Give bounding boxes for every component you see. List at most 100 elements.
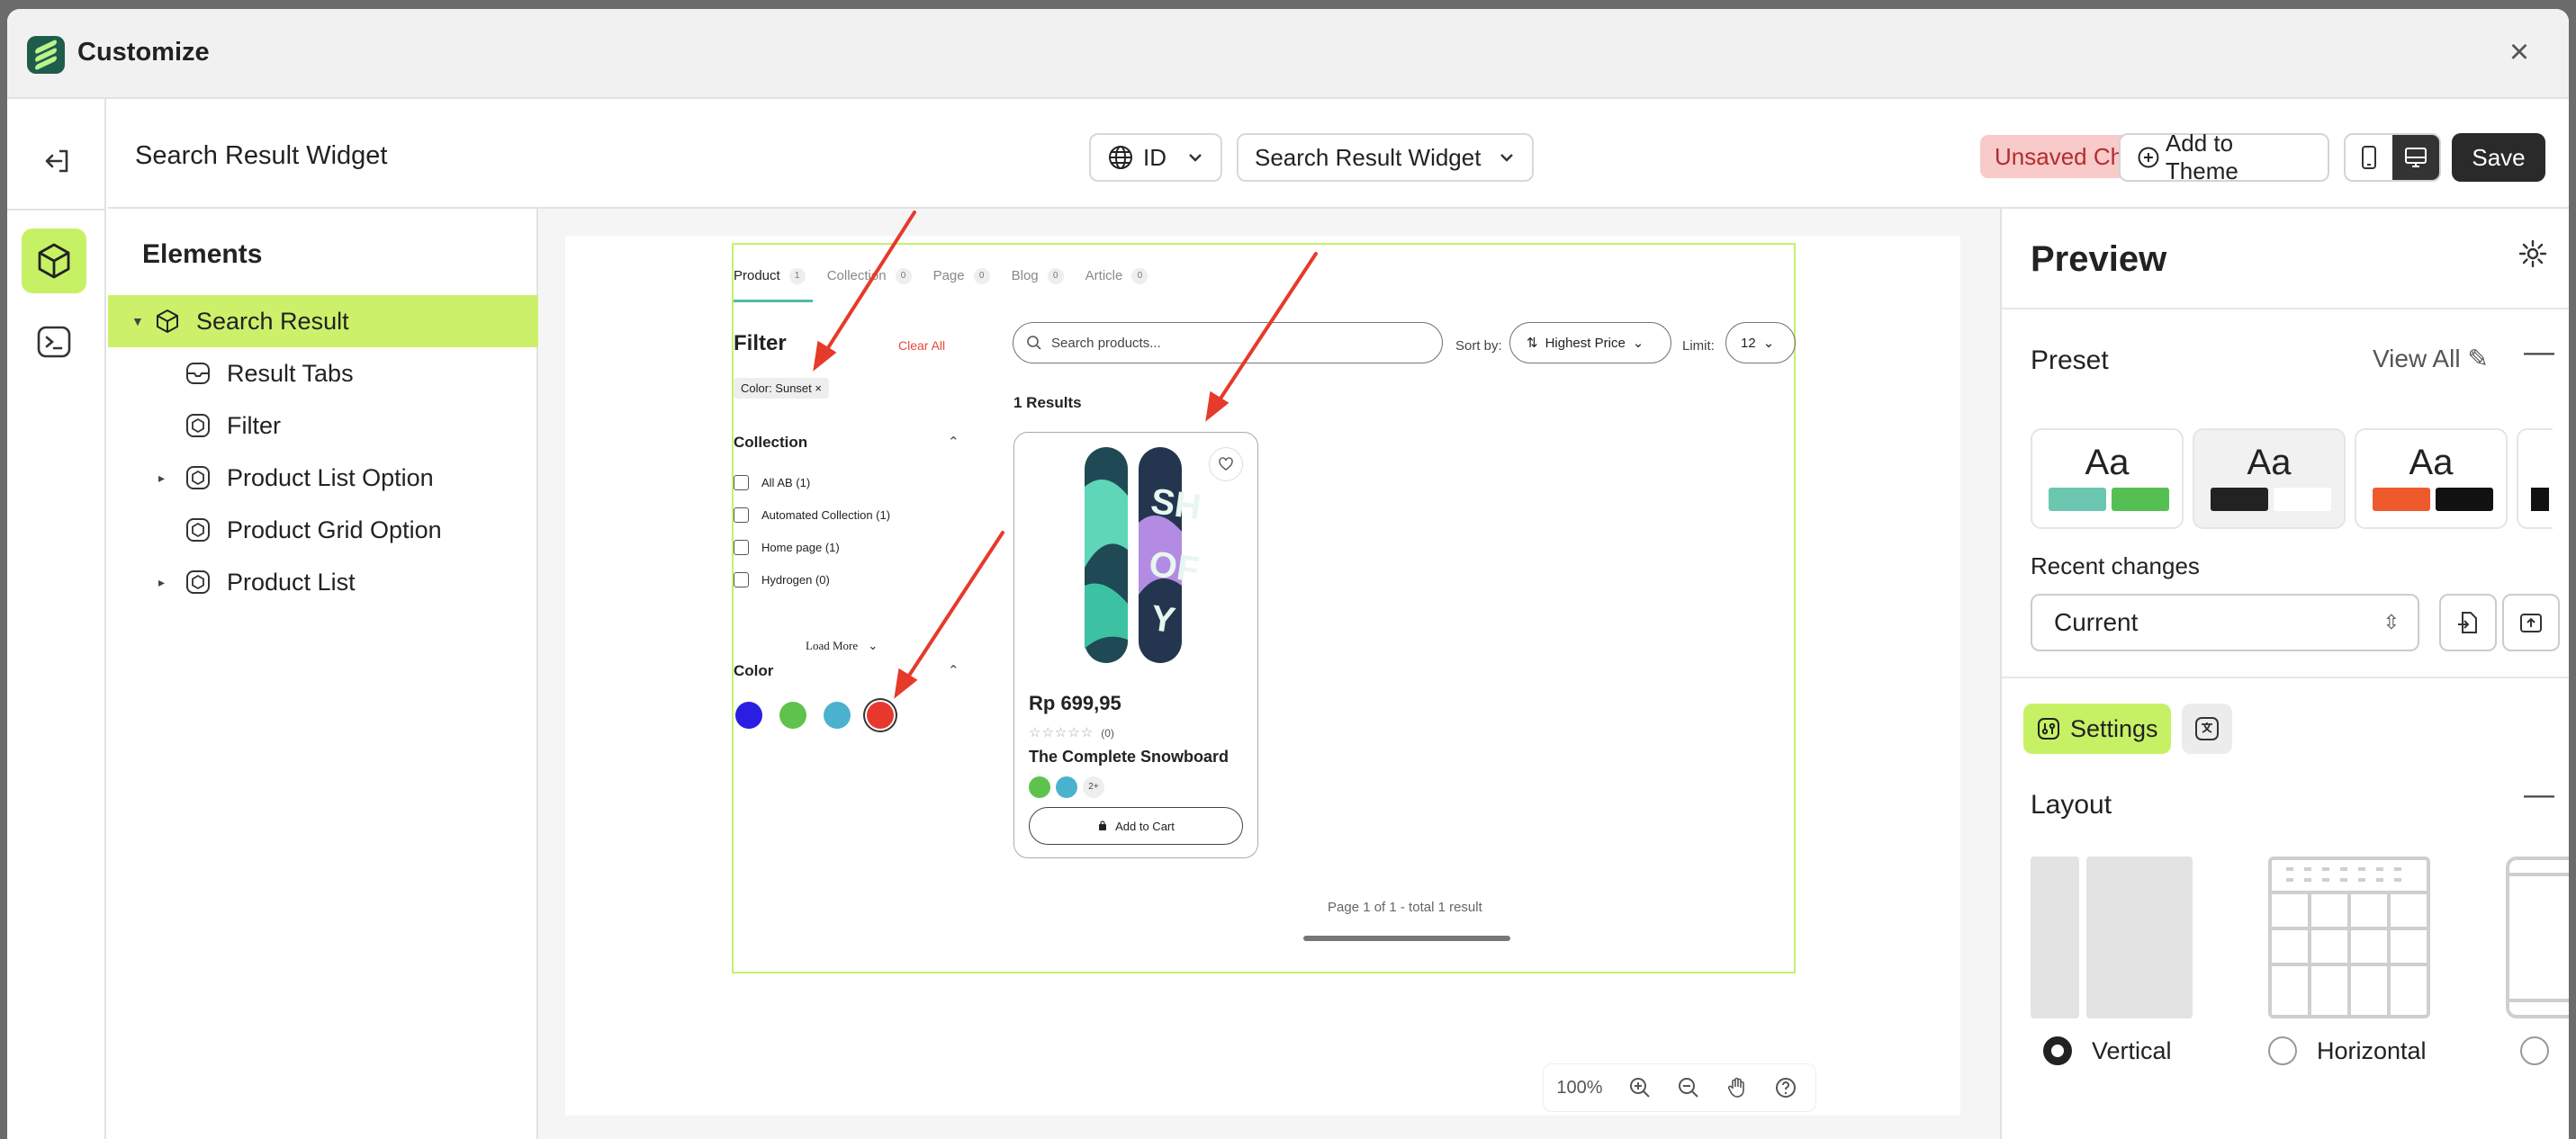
- settings-tab[interactable]: Settings: [2023, 704, 2171, 754]
- recent-changes-select[interactable]: Current ⇳: [2031, 594, 2419, 651]
- tree-item-product-list[interactable]: ▸ Product List: [108, 556, 538, 608]
- view-all-link[interactable]: View All ✎: [2373, 344, 2489, 373]
- tree-item-search-result[interactable]: ▼ Search Result: [108, 295, 538, 347]
- chevron-up-icon[interactable]: ⌃: [948, 434, 959, 450]
- checkbox[interactable]: [734, 475, 749, 490]
- checkbox[interactable]: [734, 507, 749, 523]
- option-label: Hydrogen (0): [761, 573, 830, 587]
- tab-label: Page: [932, 268, 965, 283]
- radio-selected[interactable]: [2043, 1036, 2072, 1065]
- terminal-icon: [37, 326, 71, 358]
- translate-tab[interactable]: [2182, 704, 2232, 754]
- collection-option[interactable]: All AB (1): [734, 475, 810, 490]
- color-swatch[interactable]: [824, 702, 851, 729]
- import-button[interactable]: [2439, 594, 2497, 651]
- mobile-icon: [2362, 146, 2376, 169]
- exit-icon[interactable]: [34, 139, 79, 184]
- chevron-down-icon: [1500, 154, 1513, 162]
- preset-card[interactable]: Aa: [2355, 428, 2508, 529]
- desktop-view-button[interactable]: [2392, 135, 2439, 180]
- caret-right-icon[interactable]: ▸: [158, 575, 171, 590]
- tree-item-product-grid-option[interactable]: Product Grid Option: [108, 504, 538, 556]
- chevron-down-icon: ⌄: [868, 639, 878, 652]
- search-result-widget[interactable]: Product 1 Collection 0 Page 0 Blog 0 Article…: [732, 243, 1796, 973]
- add-to-theme-button[interactable]: Add to Theme: [2119, 130, 2329, 184]
- tab-count: 0: [1047, 268, 1064, 284]
- tree-item-filter[interactable]: Filter: [108, 399, 538, 452]
- horizontal-scrollbar[interactable]: [1303, 936, 1510, 941]
- collection-option[interactable]: Automated Collection (1): [734, 507, 890, 523]
- caret-right-icon[interactable]: ▸: [158, 471, 171, 486]
- layout-horizontal-option[interactable]: Horizontal: [2268, 1036, 2427, 1065]
- hand-pan-icon[interactable]: [1713, 1063, 1761, 1112]
- layout-vertical-option[interactable]: Vertical: [2043, 1036, 2172, 1065]
- color-swatch[interactable]: [735, 702, 762, 729]
- preset-card[interactable]: Aa: [2031, 428, 2184, 529]
- load-more-button[interactable]: Load More ⌄: [806, 639, 878, 653]
- view-all-label: View All: [2373, 345, 2461, 372]
- checkbox[interactable]: [734, 540, 749, 555]
- gear-icon[interactable]: [2515, 236, 2551, 272]
- collapse-icon[interactable]: —: [2524, 777, 2554, 812]
- radio[interactable]: [2520, 1036, 2549, 1065]
- tab-blog[interactable]: Blog 0: [1012, 268, 1071, 302]
- customize-window: Customize × Search Result Widget ID Sear…: [7, 9, 2569, 1139]
- preview-panel: Preview Preset View All ✎ — Aa Aa Aa Rec…: [2000, 209, 2569, 1139]
- limit-select[interactable]: 12 ⌄: [1725, 322, 1796, 363]
- add-to-cart-label: Add to Cart: [1115, 819, 1175, 833]
- layout-mobile-thumb[interactable]: [2506, 856, 2569, 1023]
- tab-product[interactable]: Product 1: [734, 268, 813, 302]
- product-name[interactable]: The Complete Snowboard: [1029, 748, 1229, 767]
- code-rail-button[interactable]: [22, 309, 86, 374]
- settings-tab-label: Settings: [2070, 714, 2158, 742]
- caret-down-icon[interactable]: ▼: [131, 314, 144, 328]
- layout-vertical-thumb[interactable]: [2031, 856, 2193, 1023]
- elements-rail-button[interactable]: [22, 229, 86, 293]
- tab-page[interactable]: Page 0: [933, 268, 997, 302]
- preset-color: [2211, 488, 2268, 511]
- preset-card-partial[interactable]: [2517, 428, 2553, 529]
- export-button[interactable]: [2502, 594, 2560, 651]
- widget-select[interactable]: Search Result Widget: [1237, 133, 1534, 182]
- collection-option[interactable]: Hydrogen (0): [734, 572, 830, 587]
- active-filter-chip[interactable]: Color: Sunset ×: [734, 378, 829, 399]
- checkbox[interactable]: [734, 572, 749, 587]
- product-color-dot[interactable]: [1056, 776, 1077, 798]
- tab-count: 1: [788, 268, 806, 284]
- tab-article[interactable]: Article 0: [1085, 268, 1156, 302]
- review-count: (0): [1101, 727, 1114, 740]
- language-select[interactable]: ID: [1089, 133, 1222, 182]
- clear-all-link[interactable]: Clear All: [898, 338, 945, 353]
- product-card[interactable]: SH OF Y Rp 699,95 ☆☆☆☆☆ (0) The Complete …: [1013, 432, 1258, 858]
- product-color-dot[interactable]: [1029, 776, 1050, 798]
- limit-value: 12: [1741, 335, 1756, 351]
- updown-chevron-icon: ⇳: [2382, 611, 2400, 633]
- collection-option[interactable]: Home page (1): [734, 540, 840, 555]
- tree-item-result-tabs[interactable]: Result Tabs: [108, 347, 538, 399]
- mobile-view-button[interactable]: [2346, 135, 2392, 180]
- search-input[interactable]: Search products...: [1013, 322, 1443, 363]
- wishlist-heart-icon[interactable]: [1209, 447, 1243, 481]
- chevron-down-icon: ⌄: [1632, 336, 1644, 351]
- zoom-out-icon[interactable]: [1664, 1063, 1713, 1112]
- tab-collection[interactable]: Collection 0: [827, 268, 919, 302]
- help-icon[interactable]: [1761, 1063, 1810, 1112]
- tab-label: Article: [1085, 268, 1123, 283]
- color-swatch-selected[interactable]: [867, 702, 894, 729]
- save-button[interactable]: Save: [2452, 133, 2545, 182]
- collapse-icon[interactable]: —: [2524, 335, 2554, 370]
- close-icon[interactable]: ×: [2502, 35, 2536, 70]
- preview-title: Preview: [2031, 239, 2167, 279]
- chevron-up-icon[interactable]: ⌃: [948, 662, 959, 678]
- tree-item-product-list-option[interactable]: ▸ Product List Option: [108, 452, 538, 504]
- preset-card[interactable]: Aa: [2193, 428, 2346, 529]
- title-bar: Customize ×: [7, 9, 2569, 99]
- color-swatch[interactable]: [779, 702, 806, 729]
- add-to-cart-button[interactable]: Add to Cart: [1029, 807, 1243, 845]
- layout-third-option[interactable]: [2520, 1036, 2569, 1065]
- sort-select[interactable]: ⇅ Highest Price ⌄: [1509, 322, 1671, 363]
- zoom-in-icon[interactable]: [1616, 1063, 1664, 1112]
- radio[interactable]: [2268, 1036, 2297, 1065]
- layout-horizontal-thumb[interactable]: [2268, 856, 2430, 1023]
- window-title: Customize: [77, 38, 210, 67]
